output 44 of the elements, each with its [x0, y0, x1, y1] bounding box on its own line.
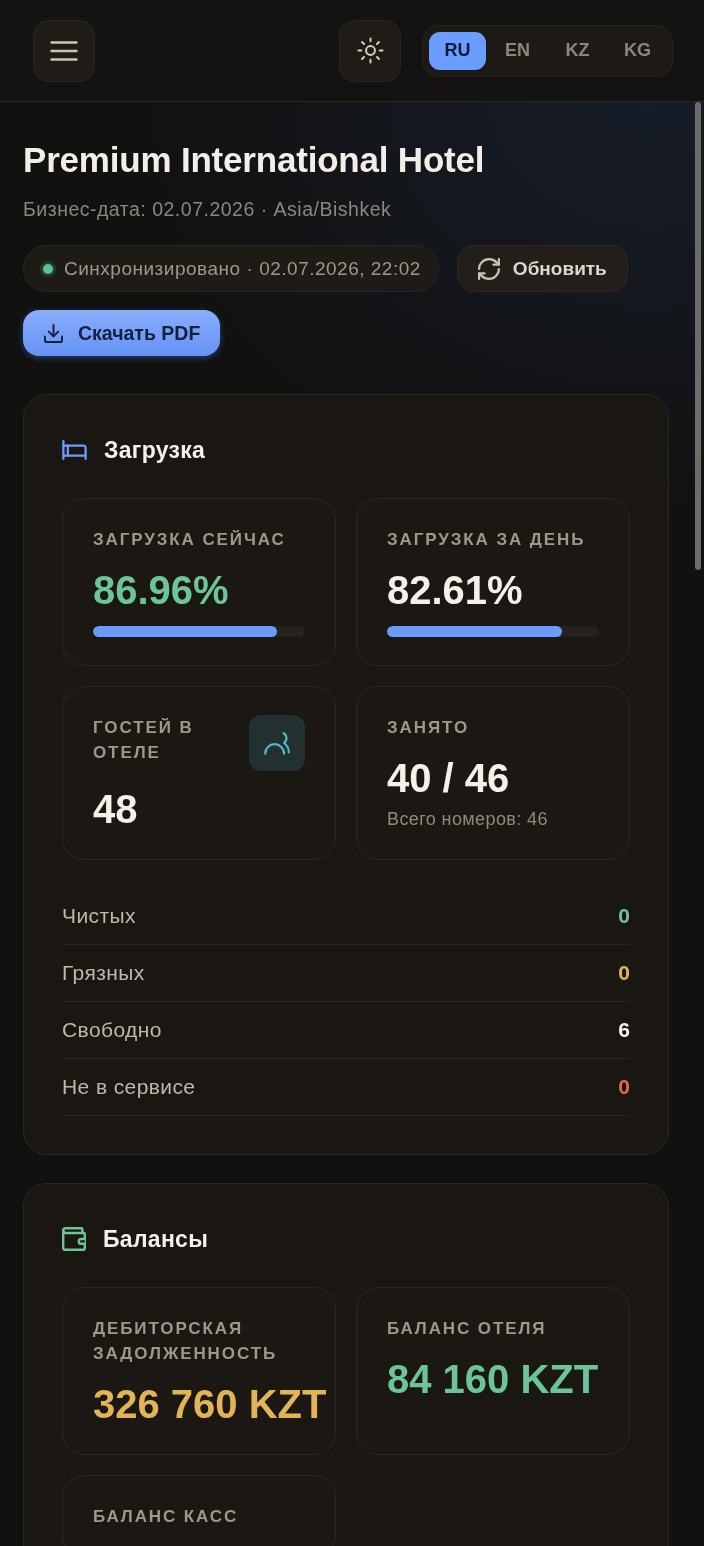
stat-value: 326 760 KZT	[93, 1382, 327, 1426]
download-pdf-button[interactable]: Скачать PDF	[23, 310, 221, 356]
theme-toggle-button[interactable]	[339, 19, 401, 82]
stat-label: ЗАГРУЗКА ЗА ДЕНЬ	[387, 529, 587, 551]
download-icon	[44, 323, 63, 343]
row-label: Грязных	[62, 961, 145, 985]
wallet-icon	[62, 1227, 86, 1251]
row-label: Не в сервисе	[62, 1075, 196, 1099]
row-label: Свободно	[62, 1018, 162, 1042]
menu-button[interactable]	[33, 19, 95, 82]
sync-time: · 02.07.2026, 22:02	[246, 257, 421, 280]
menu-icon	[50, 40, 78, 61]
bed-icon	[62, 440, 87, 460]
language-tab[interactable]: KZ	[549, 31, 606, 70]
stat-value: 48	[93, 787, 138, 831]
stat-value: 82.61%	[387, 568, 523, 612]
stat-label: БАЛАНС КАСС	[93, 1506, 240, 1528]
hotel-title: Premium International Hotel	[23, 140, 486, 180]
users-icon	[249, 715, 305, 771]
sync-label: Синхронизировано	[64, 257, 241, 280]
stat-label: БАЛАНС ОТЕЛЯ	[387, 1318, 548, 1340]
row-value: 0	[618, 961, 630, 985]
refresh-button[interactable]: Обновить	[456, 245, 628, 292]
language-tab[interactable]: KG	[609, 31, 666, 70]
scrollbar-thumb[interactable]	[695, 102, 701, 570]
section-title: Загрузка	[104, 436, 206, 464]
row-value: 0	[618, 1075, 630, 1099]
stat-value: 40 / 46	[387, 756, 510, 800]
stat-value: 84 160 KZT	[387, 1357, 599, 1401]
language-tab[interactable]: EN	[489, 31, 546, 70]
language-tab[interactable]: RU	[429, 31, 486, 70]
stat-value: 86.96%	[93, 568, 229, 612]
refresh-icon	[477, 257, 500, 280]
stat-label: ДЕБИТОРСКАЯ ЗАДОЛЖЕННОСТЬ	[93, 1318, 279, 1365]
row-value: 0	[618, 904, 630, 928]
row-value: 6	[618, 1018, 630, 1042]
stat-note: Всего номеров: 46	[387, 808, 549, 830]
section-title: Балансы	[103, 1225, 209, 1253]
row-label: Чистых	[62, 904, 136, 928]
stat-label: ЗАГРУЗКА СЕЙЧАС	[93, 529, 287, 551]
business-date: Бизнес-дата: 02.07.2026 · Asia/Bishkek	[23, 197, 393, 222]
stat-label: ГОСТЕЙ В ОТЕЛЕ	[93, 717, 195, 764]
stat-label: ЗАНЯТО	[387, 717, 470, 739]
sun-icon	[356, 37, 384, 64]
